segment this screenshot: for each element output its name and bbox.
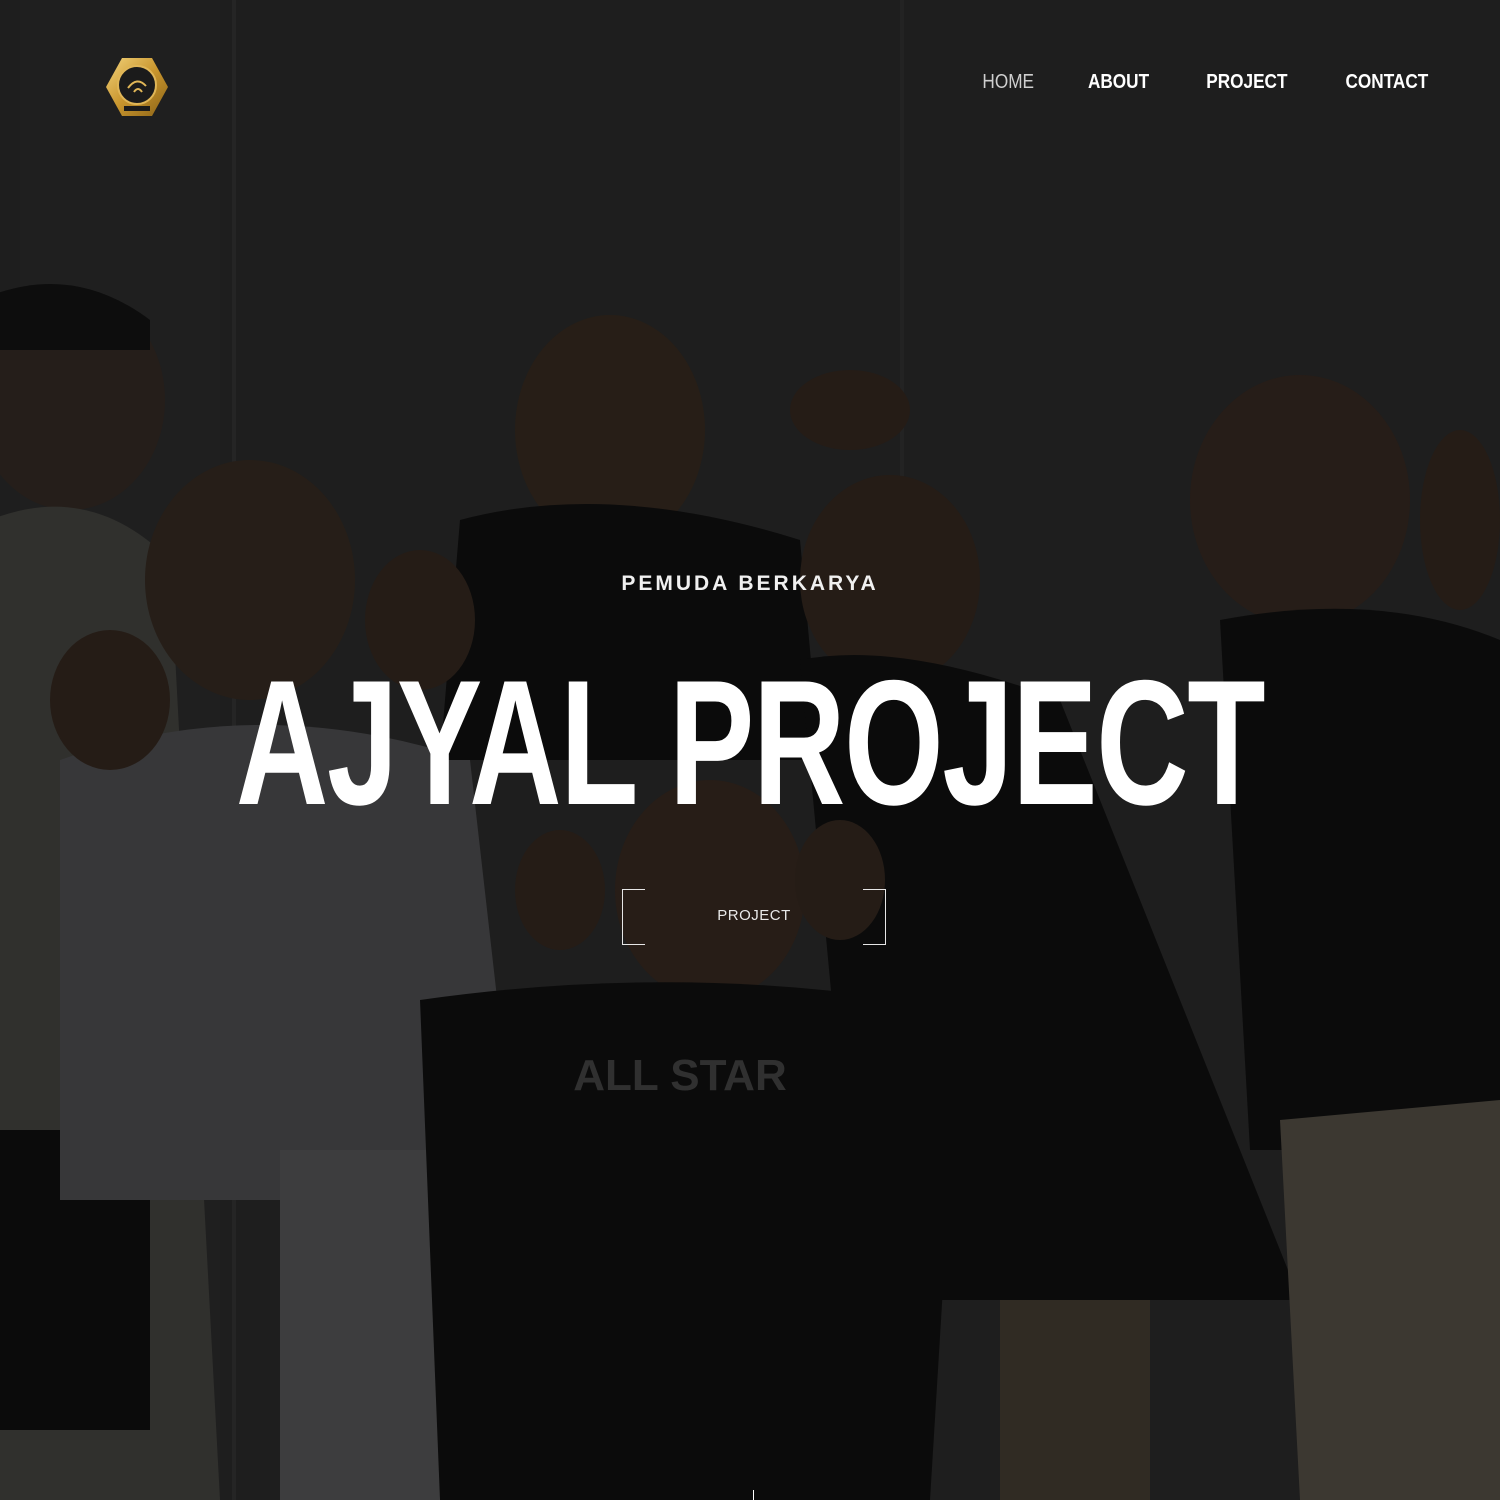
main-navigation: HOME ABOUT PROJECT CONTACT xyxy=(930,66,1428,98)
nav-item-home[interactable]: HOME xyxy=(983,66,1035,98)
scroll-indicator-line xyxy=(753,1490,754,1500)
hero-title: AJYAL PROJECT xyxy=(235,643,1266,842)
hero-subtitle: PEMUDA BERKARYA xyxy=(621,572,879,595)
hero-section: ALL STAR HOME ABOUT PROJECT CONTACT PEMU… xyxy=(0,0,1500,1500)
project-button-label: PROJECT xyxy=(717,907,791,924)
hexagon-logo-icon xyxy=(106,58,168,116)
nav-item-contact[interactable]: CONTACT xyxy=(1345,66,1428,98)
ajyal-project-logo[interactable] xyxy=(104,56,170,118)
project-button[interactable]: PROJECT xyxy=(622,889,886,945)
nav-item-about[interactable]: ABOUT xyxy=(1088,66,1149,98)
nav-item-project[interactable]: PROJECT xyxy=(1206,66,1287,98)
